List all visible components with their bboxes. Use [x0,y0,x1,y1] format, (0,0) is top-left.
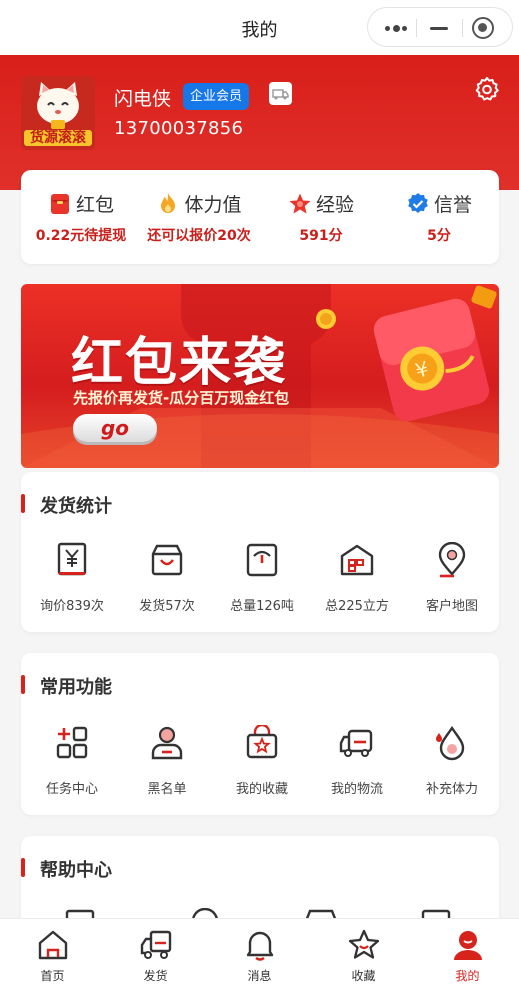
minimize-icon[interactable] [430,27,448,30]
stat-credit[interactable]: 信誉 5分 [379,170,499,264]
truck-icon [140,930,172,959]
stat-label: 体力值 [184,194,242,216]
user-name: 闪电侠 [114,88,172,110]
phone-number: 13700037856 [114,118,244,139]
tab-label: 收藏 [351,969,376,983]
common-functions-card: 常用功能 任务中心 黑名单 我的收藏 我的物流 补充体力 [21,653,499,815]
stat-item-shipments[interactable]: 发货57次 [119,542,215,622]
section-title: 常用功能 [40,677,112,698]
bag-icon [151,544,183,576]
bottom-tab-bar: 首页 发货 消息 收藏 我的 [0,918,519,989]
account-stats-card: 红包 0.22元待提现 体力值 还可以报价20次 经验 591分 信誉 5分 [21,170,499,264]
stat-red-envelope[interactable]: 红包 0.22元待提现 [21,170,141,264]
user-block-icon [151,726,183,760]
item-label: 补充体力 [425,782,478,797]
stat-value: 还可以报价20次 [147,228,251,244]
function-my-logistics[interactable]: 我的物流 [309,725,405,805]
delivery-truck-icon [339,729,373,757]
stat-stamina[interactable]: 体力值 还可以报价20次 [139,170,259,264]
item-label: 任务中心 [45,782,98,797]
bell-icon [246,931,274,961]
function-replenish-stamina[interactable]: 补充体力 [404,725,500,805]
star-icon [289,193,311,213]
stat-label: 经验 [315,194,354,216]
tab-label: 首页 [40,969,65,983]
member-badge[interactable]: 企业会员 [183,83,250,110]
stat-experience[interactable]: 经验 591分 [261,170,381,264]
favorite-bag-icon [246,725,278,759]
section-marker [21,494,25,513]
stat-value: 5分 [427,228,451,244]
user-icon [454,931,482,960]
drop-icon [436,725,465,761]
stat-item-customer-map[interactable]: 客户地图 [404,542,500,622]
avatar-caption: 货源滚滚 [30,130,86,146]
settings-gear-icon[interactable] [474,76,500,102]
avatar[interactable]: 货源滚滚 [21,76,95,150]
ledger-icon [57,542,87,576]
stat-item-inquiries[interactable]: 询价839次 [24,542,120,622]
stat-item-total-weight[interactable]: 总量126吨 [214,542,310,622]
star-outline-icon [348,929,380,959]
nav-bar: 我的 [0,0,519,55]
section-title: 帮助中心 [40,860,112,881]
item-label: 我的收藏 [235,782,288,797]
tab-ship[interactable]: 发货 [104,919,207,989]
item-label: 黑名单 [147,782,187,797]
scale-icon [246,543,278,577]
tab-label: 我的 [455,969,480,983]
function-task-center[interactable]: 任务中心 [24,725,120,805]
item-label: 总量126吨 [230,599,294,614]
flame-icon [161,192,176,213]
shipping-stats-card: 发货统计 询价839次 发货57次 总量126吨 总225立方 客户地图 [21,472,499,632]
red-packet-promo-banner[interactable]: ¥ 红包来袭 先报价再发货-瓜分百万现金红包 go [21,284,499,468]
tab-mine[interactable]: 我的 [416,919,519,989]
tab-home[interactable]: 首页 [1,919,104,989]
item-label: 询价839次 [40,599,104,614]
banner-subtitle: 先报价再发货-瓜分百万现金红包 [73,389,290,407]
item-label: 发货57次 [139,599,195,614]
item-label: 我的物流 [330,782,383,797]
tab-label: 发货 [143,969,168,983]
stat-label: 红包 [75,194,114,216]
section-marker [21,675,25,694]
banner-go-button[interactable]: go [73,414,157,442]
close-mini-program-icon[interactable] [472,17,494,39]
mini-program-capsule [367,7,513,47]
section-title: 发货统计 [40,496,112,517]
function-blacklist[interactable]: 黑名单 [119,725,215,805]
tab-messages[interactable]: 消息 [208,919,311,989]
section-marker [21,858,25,877]
tab-label: 消息 [247,969,272,983]
task-grid-icon [56,726,88,759]
home-icon [38,930,68,960]
warehouse-icon [340,544,374,576]
shield-check-icon [408,192,428,213]
profile-page: 我的 货源滚滚 闪电侠 企业会员 13700037856 红包 0.22元待提现… [0,0,519,989]
function-my-favorites[interactable]: 我的收藏 [214,725,310,805]
truck-badge-icon[interactable] [269,82,292,105]
more-icon[interactable] [385,25,407,32]
banner-title: 红包来袭 [71,332,288,393]
map-pin-icon [438,542,466,578]
tab-favorites[interactable]: 收藏 [312,919,415,989]
stat-item-total-volume[interactable]: 总225立方 [309,542,405,622]
item-label: 总225立方 [325,599,389,614]
red-envelope-icon [50,193,69,214]
item-label: 客户地图 [425,599,478,614]
stat-label: 信誉 [433,194,472,216]
